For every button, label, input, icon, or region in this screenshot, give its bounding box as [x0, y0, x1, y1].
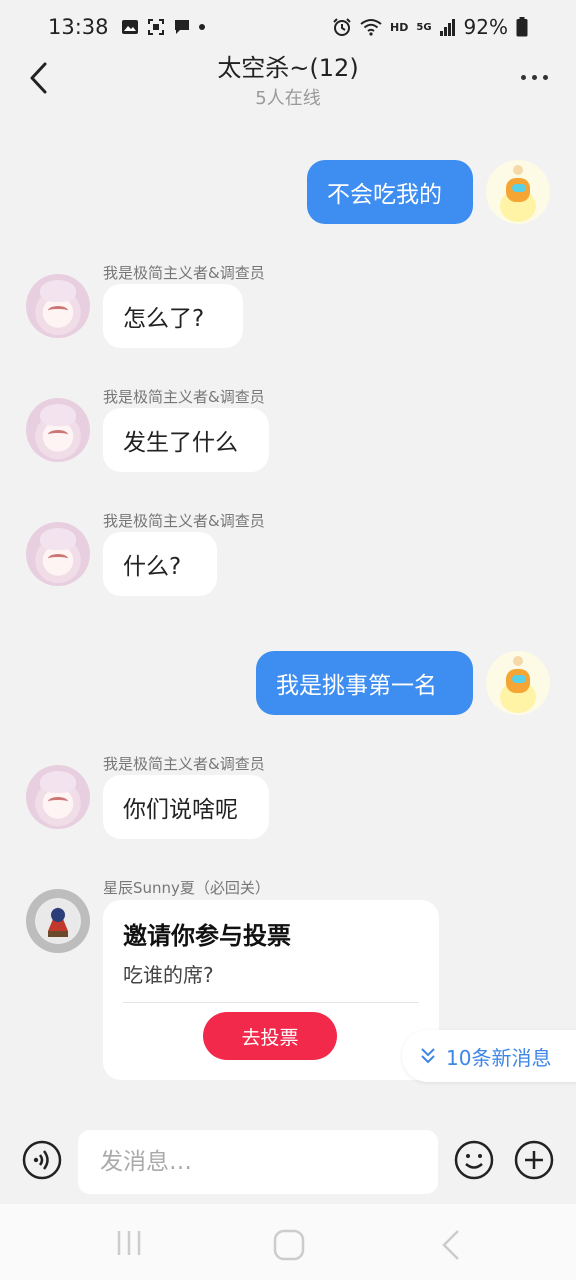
home-icon[interactable] [272, 1228, 306, 1262]
battery-icon [516, 17, 528, 37]
emoji-icon[interactable] [454, 1140, 494, 1180]
more-dots-icon [520, 74, 526, 80]
go-vote-button[interactable]: 去投票 [203, 1012, 337, 1060]
chat-title[interactable]: 太空杀~(12) [0, 48, 576, 83]
wifi-icon [360, 19, 382, 36]
vote-question: 吃谁的席? [123, 963, 214, 987]
signal-icon [439, 19, 455, 36]
more-dots-icon [531, 74, 537, 80]
message-bubble-outgoing[interactable]: 不会吃我的 [307, 160, 473, 224]
message-list[interactable]: 不会吃我的 我是极简主义者&调查员 怎么了? 我是极简主义者&调查员 发生了什么… [0, 120, 576, 1118]
sender-name: 我是极简主义者&调查员 [103, 512, 265, 530]
signal-label: 5G [416, 21, 432, 33]
avatar[interactable] [486, 651, 550, 715]
new-messages-label: 10条新消息 [446, 1045, 552, 1070]
nav-back-icon[interactable] [438, 1228, 464, 1262]
message-bubble-incoming[interactable]: 怎么了? [103, 284, 243, 348]
battery-percent: 92% [463, 15, 508, 39]
gallery-icon [121, 20, 138, 34]
sender-name: 我是极简主义者&调查员 [103, 388, 265, 406]
message-bubble-incoming[interactable]: 发生了什么 [103, 408, 269, 472]
notification-dot-icon [198, 24, 205, 30]
character-avatar-icon [36, 899, 80, 943]
message-bubble-incoming[interactable]: 什么? [103, 532, 217, 596]
avatar[interactable] [26, 889, 90, 953]
status-right-icons: HD 5G 92% [332, 15, 528, 39]
message-input[interactable] [78, 1130, 438, 1194]
new-messages-button[interactable]: 10条新消息 [402, 1030, 576, 1082]
more-dots-icon [542, 74, 548, 80]
chat-header: 太空杀~(12) 5人在线 [0, 40, 576, 120]
sender-name: 我是极简主义者&调查员 [103, 755, 265, 773]
network-type: HD [390, 20, 409, 34]
message-bubble-outgoing[interactable]: 我是挑事第一名 [256, 651, 473, 715]
avatar[interactable] [26, 765, 90, 829]
input-bar [0, 1118, 576, 1204]
avatar[interactable] [26, 398, 90, 462]
message-bubble-incoming[interactable]: 你们说啥呢 [103, 775, 269, 839]
more-button[interactable] [514, 62, 554, 92]
status-time: 13:38 [48, 15, 109, 39]
amongus-avatar-icon [500, 656, 536, 713]
recent-apps-icon[interactable] [114, 1228, 144, 1258]
sender-name: 星辰Sunny夏（必回关） [103, 879, 270, 897]
screenshot-icon [147, 19, 164, 35]
amongus-avatar-icon [500, 165, 536, 222]
divider [123, 1002, 419, 1003]
status-left-icons [121, 18, 205, 36]
double-chevron-down-icon [421, 1048, 435, 1064]
alarm-icon [333, 18, 351, 36]
online-count: 5人在线 [255, 88, 321, 109]
vote-card[interactable]: 邀请你参与投票 吃谁的席? 去投票 [103, 900, 439, 1080]
avatar[interactable] [486, 160, 550, 224]
system-nav-bar [0, 1204, 576, 1280]
avatar[interactable] [26, 274, 90, 338]
plus-icon[interactable] [514, 1140, 554, 1180]
voice-icon[interactable] [22, 1140, 62, 1180]
sender-name: 我是极简主义者&调查员 [103, 264, 265, 282]
message-icon [174, 20, 189, 34]
avatar[interactable] [26, 522, 90, 586]
vote-title: 邀请你参与投票 [123, 922, 291, 950]
